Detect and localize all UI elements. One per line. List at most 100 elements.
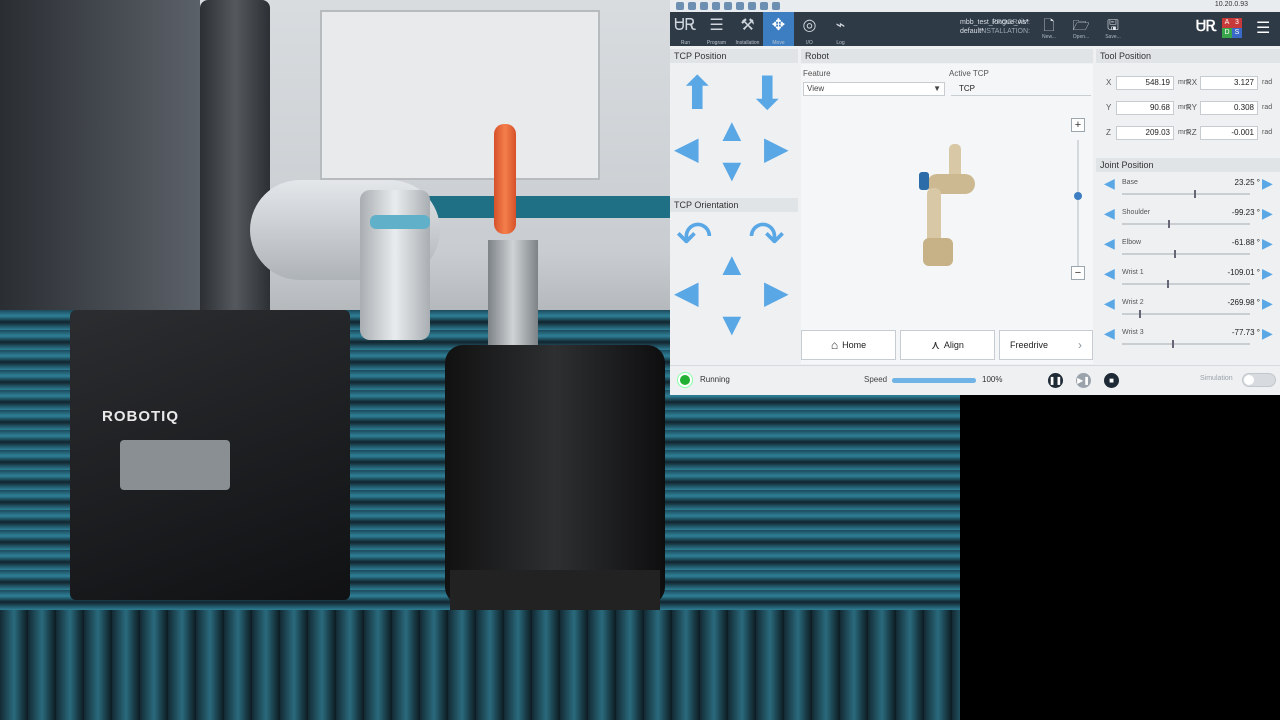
home-button[interactable]: ⌂ Home [801, 330, 896, 360]
installation-icon: ⚒ [740, 17, 755, 34]
tab-move[interactable]: ✥ Move [763, 12, 794, 46]
tab-io[interactable]: ◎ I/O [794, 12, 825, 46]
tool-position-value[interactable]: 548.19 [1116, 76, 1174, 90]
zoom-slider-track[interactable] [1077, 140, 1079, 270]
joint-slider-track[interactable] [1122, 283, 1250, 285]
toolbar-icon[interactable] [724, 2, 732, 10]
toolbar-icon[interactable] [736, 2, 744, 10]
joint-slider-thumb[interactable] [1167, 280, 1169, 288]
joint-name: Wrist 3 [1122, 329, 1144, 336]
move-down-arrow-icon[interactable]: ⬇ [748, 70, 787, 116]
feature-label: Feature [803, 69, 831, 78]
joint-value[interactable]: 23.25 ° [1198, 178, 1260, 187]
tool-rotation-value[interactable]: 3.127 [1200, 76, 1258, 90]
freedrive-button[interactable]: Freedrive › [999, 330, 1093, 360]
zoom-in-icon[interactable]: + [1071, 118, 1085, 132]
toolbar-icon[interactable] [748, 2, 756, 10]
joint-slider-track[interactable] [1122, 313, 1250, 315]
joint-value[interactable]: -109.01 ° [1198, 268, 1260, 277]
mode-indicator[interactable]: A 3 D S [1222, 18, 1242, 38]
orange-stick [494, 124, 516, 234]
joint-value[interactable]: -61.88 ° [1198, 238, 1260, 247]
tilt-up-arrow-icon[interactable]: ▲ [716, 248, 748, 280]
tilt-left-arrow-icon[interactable]: ◀ [674, 276, 699, 308]
joint-increase-arrow-icon[interactable]: ▶ [1262, 266, 1273, 280]
rotate-cw-arrow-icon[interactable]: ↷ [748, 216, 785, 260]
tool-position-value[interactable]: 209.03 [1116, 126, 1174, 140]
joint-position-header: Joint Position [1096, 158, 1280, 172]
tab-program[interactable]: ☰ Program [701, 12, 732, 46]
hamburger-menu-icon[interactable]: ☰ [1256, 18, 1270, 38]
joint-slider-thumb[interactable] [1172, 340, 1174, 348]
joint-slider-track[interactable] [1122, 253, 1250, 255]
joint-slider-thumb[interactable] [1168, 220, 1170, 228]
zoom-slider-thumb[interactable] [1074, 192, 1082, 200]
joint-increase-arrow-icon[interactable]: ▶ [1262, 296, 1273, 310]
move-right-arrow-icon[interactable]: ▶ [764, 132, 789, 164]
feature-select[interactable]: View ▼ [803, 82, 945, 96]
joint-value[interactable]: -269.98 ° [1198, 298, 1260, 307]
toolbar-icon[interactable] [700, 2, 708, 10]
robot-header: Robot [801, 49, 1093, 63]
joint-increase-arrow-icon[interactable]: ▶ [1262, 326, 1273, 340]
tab-installation[interactable]: ⚒ Installation [732, 12, 763, 46]
new-button[interactable]: 🗋 New... [1040, 16, 1058, 40]
simulation-toggle[interactable] [1242, 373, 1276, 387]
step-icon[interactable]: ▶❚ [1076, 373, 1091, 388]
joint-decrease-arrow-icon[interactable]: ◀ [1104, 206, 1115, 220]
toolbar-icon[interactable] [712, 2, 720, 10]
toolbar-icon[interactable] [760, 2, 768, 10]
joint-slider-track[interactable] [1122, 343, 1250, 345]
zoom-out-icon[interactable]: − [1071, 266, 1085, 280]
joint-increase-arrow-icon[interactable]: ▶ [1262, 206, 1273, 220]
move-forward-arrow-icon[interactable]: ▲ [716, 114, 748, 146]
joint-decrease-arrow-icon[interactable]: ◀ [1104, 176, 1115, 190]
toolbar-icon[interactable] [688, 2, 696, 10]
joint-decrease-arrow-icon[interactable]: ◀ [1104, 266, 1115, 280]
toolbar-icon[interactable] [676, 2, 684, 10]
rotate-ccw-arrow-icon[interactable]: ↶ [676, 216, 713, 260]
tab-log[interactable]: ⌁ Log [825, 12, 856, 46]
move-left-arrow-icon[interactable]: ◀ [674, 132, 699, 164]
tool-position-value[interactable]: 90.68 [1116, 101, 1174, 115]
joint-value[interactable]: -99.23 ° [1198, 208, 1260, 217]
toolbar-icon[interactable] [772, 2, 780, 10]
tilt-right-arrow-icon[interactable]: ▶ [764, 276, 789, 308]
joint-slider-thumb[interactable] [1139, 310, 1141, 318]
align-button[interactable]: ⋏ Align [900, 330, 995, 360]
move-up-arrow-icon[interactable]: ⬆ [678, 70, 717, 116]
joint-slider-thumb[interactable] [1174, 250, 1176, 258]
pause-icon[interactable]: ❚❚ [1048, 373, 1063, 388]
active-tcp-value[interactable]: TCP [951, 82, 1091, 96]
tilt-down-arrow-icon[interactable]: ▼ [716, 308, 748, 340]
joint-slider-track[interactable] [1122, 193, 1250, 195]
joint-decrease-arrow-icon[interactable]: ◀ [1104, 326, 1115, 340]
joint-increase-arrow-icon[interactable]: ▶ [1262, 176, 1273, 190]
joint-decrease-arrow-icon[interactable]: ◀ [1104, 296, 1115, 310]
tcp-orientation-arrows: ↶ ↷ ▲ ◀ ▶ ▼ [674, 216, 796, 356]
box-slot [120, 440, 230, 490]
top-bar: 10.20.0.93 ᏌᎡ Run ☰ Program ⚒ Installation … [670, 0, 1280, 46]
joint-decrease-arrow-icon[interactable]: ◀ [1104, 236, 1115, 250]
joint-value[interactable]: -77.73 ° [1198, 328, 1260, 337]
joint-increase-arrow-icon[interactable]: ▶ [1262, 236, 1273, 250]
robotiq-logo: ROBOTIQ [102, 408, 179, 425]
save-button[interactable]: 🖫 Save... [1104, 16, 1122, 40]
tool-rotation-unit: rad [1262, 79, 1273, 86]
speed-slider-fill [892, 378, 976, 383]
tool-rotation-value[interactable]: -0.001 [1200, 126, 1258, 140]
joint-name: Elbow [1122, 239, 1142, 246]
speed-label: Speed [864, 375, 888, 384]
tab-run[interactable]: ᏌᎡ Run [670, 12, 701, 46]
joint-slider-thumb[interactable] [1194, 190, 1196, 198]
robot-ring [370, 215, 430, 229]
tool-axis-label: Y [1106, 103, 1112, 112]
tool-rotation-value[interactable]: 0.308 [1200, 101, 1258, 115]
open-button[interactable]: 🗁 Open... [1072, 16, 1090, 40]
joint-slider-track[interactable] [1122, 223, 1250, 225]
stop-icon[interactable]: ■ [1104, 373, 1119, 388]
program-info-values: mbb_test_longue_vis* default* [960, 18, 1029, 36]
move-back-arrow-icon[interactable]: ▼ [716, 154, 748, 186]
robot-3d-model[interactable] [919, 144, 989, 270]
speed-slider[interactable] [892, 378, 976, 383]
